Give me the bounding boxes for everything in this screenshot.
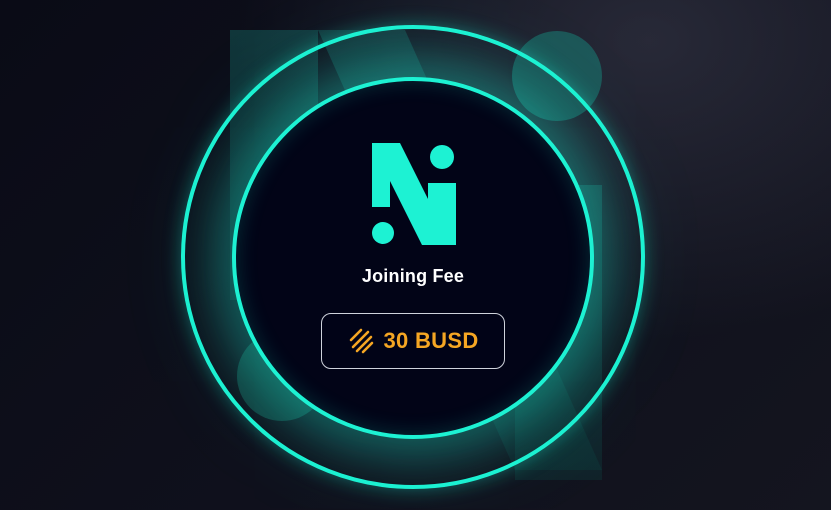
fee-amount: 30 BUSD [383, 328, 479, 353]
busd-icon [350, 328, 374, 354]
n-logo-icon [372, 143, 456, 245]
inner-disc [232, 77, 594, 439]
joining-fee-label: Joining Fee [361, 266, 465, 286]
joining-fee-screen: Joining Fee 30 BUSD [0, 0, 831, 510]
fee-amount-badge: 30 BUSD [321, 313, 505, 369]
